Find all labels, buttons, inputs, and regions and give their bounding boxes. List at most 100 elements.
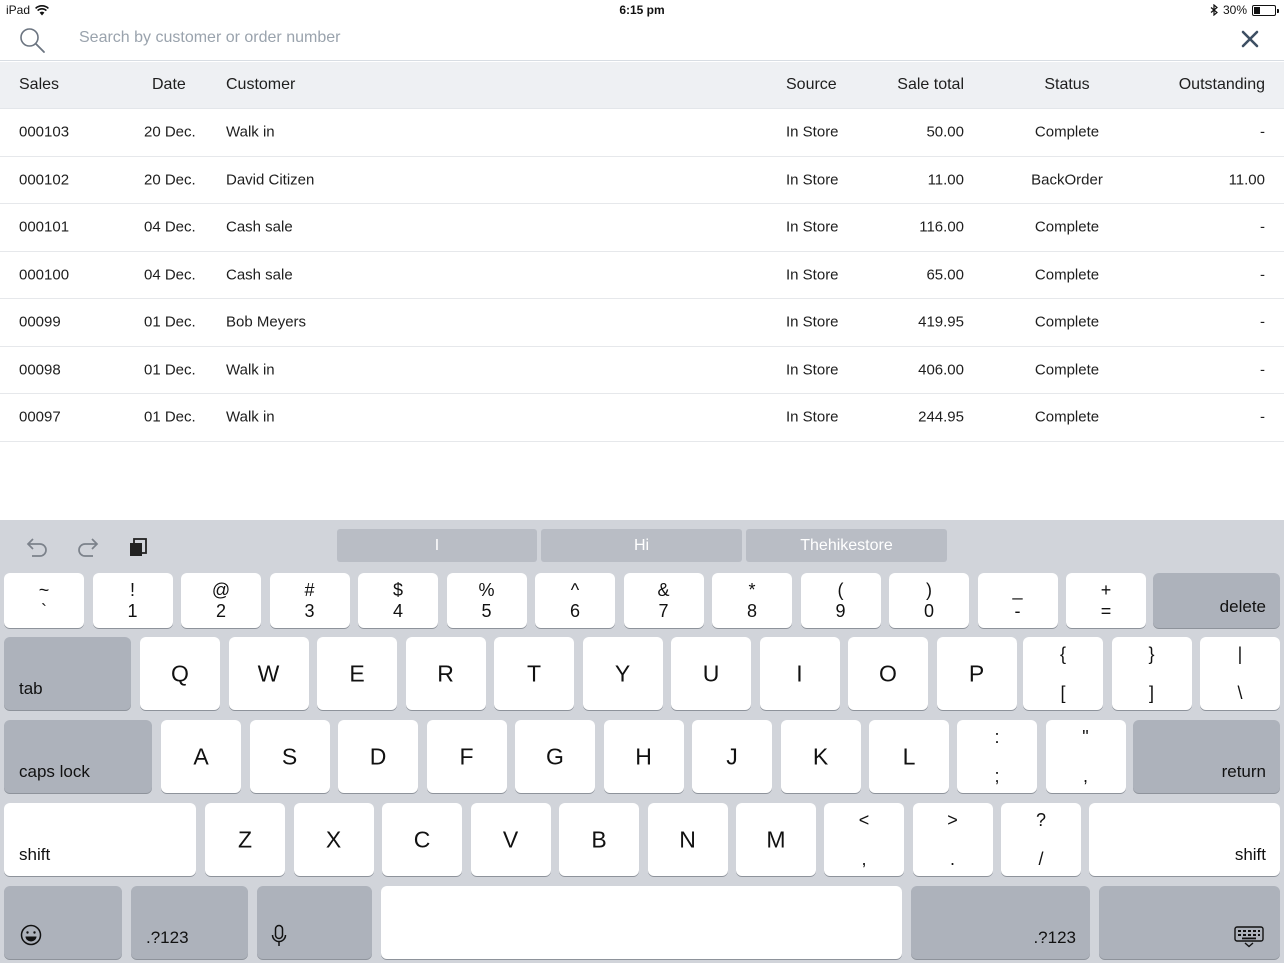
numbers-key-left[interactable]: .?123 [131, 886, 248, 959]
table-row[interactable]: 00097 01 Dec. Walk in In Store 244.95 Complet… [0, 394, 1284, 442]
key-number-12[interactable]: + = [1066, 573, 1146, 628]
key-i[interactable]: I [759, 637, 840, 710]
key-number-10-upper: ) [926, 580, 932, 600]
key-s[interactable]: S [249, 720, 330, 793]
suggestion-1[interactable]: I [337, 529, 537, 562]
key-number-11[interactable]: _ - [977, 573, 1058, 628]
return-key[interactable]: return [1133, 720, 1280, 793]
key-h[interactable]: H [603, 720, 684, 793]
table-row[interactable]: 000100 04 Dec. Cash sale In Store 65.00 Compl… [0, 252, 1284, 299]
battery-percent: 30% [1222, 3, 1247, 17]
key-n[interactable]: N [647, 803, 728, 876]
key-number-5[interactable]: % 5 [446, 573, 527, 628]
key-z-label: Z [237, 826, 253, 852]
key-o[interactable]: O [848, 637, 928, 710]
key-number-9[interactable]: (9 [800, 573, 881, 628]
table-row[interactable]: 00099 01 Dec. Bob Meyers In Store 419.95 Comp… [0, 299, 1284, 347]
key-g[interactable]: G [515, 720, 595, 793]
search-bar [0, 20, 1284, 61]
key-qsym-1[interactable]: }] [1111, 637, 1192, 710]
key-v[interactable]: V [470, 803, 551, 876]
key-qsym-0[interactable]: {[ [1023, 637, 1103, 710]
caps-lock-key[interactable]: caps lock [4, 720, 152, 793]
close-icon[interactable] [1238, 27, 1262, 51]
header-status[interactable]: Status [1044, 76, 1089, 94]
header-sale-total[interactable]: Sale total [897, 76, 964, 94]
key-t[interactable]: T [494, 637, 574, 710]
key-m[interactable]: M [736, 803, 816, 876]
table-row[interactable]: 000103 20 Dec. Walk in In Store 50.00 Complet… [0, 109, 1284, 157]
key-y[interactable]: Y [582, 637, 663, 710]
key-zsym-1[interactable]: >. [912, 803, 993, 876]
shift-right-key[interactable]: shift [1089, 803, 1280, 876]
header-customer[interactable]: Customer [226, 76, 295, 94]
key-asym-1[interactable]: ", [1045, 720, 1126, 793]
key-x[interactable]: X [293, 803, 374, 876]
suggestion-3[interactable]: Thehikestore [746, 529, 947, 562]
key-l[interactable]: L [869, 720, 949, 793]
key-number-1[interactable]: ! 1 [92, 573, 173, 628]
table-row[interactable]: 00098 01 Dec. Walk in In Store 406.00 Complet… [0, 347, 1284, 394]
header-sales[interactable]: Sales [19, 76, 59, 94]
key-d[interactable]: D [338, 720, 418, 793]
tab-key[interactable]: tab [4, 637, 131, 710]
emoji-key[interactable] [4, 886, 122, 959]
status-time: 6:15 pm [619, 3, 665, 17]
key-number-8[interactable]: * 8 [712, 573, 792, 628]
key-qsym-2-lower: \ [1237, 683, 1243, 703]
undo-icon[interactable] [24, 534, 50, 560]
key-k[interactable]: K [780, 720, 861, 793]
cell-customer: Walk in [226, 408, 275, 426]
key-number-7[interactable]: & 7 [623, 573, 704, 628]
space-key[interactable] [381, 886, 902, 959]
table-header: Sales Date Customer Source Sale total St… [0, 62, 1284, 109]
key-asym-0[interactable]: :; [957, 720, 1037, 793]
key-zsym-0[interactable]: <, [824, 803, 904, 876]
cell-date: 04 Dec. [144, 266, 196, 284]
key-r[interactable]: R [405, 637, 486, 710]
shift-left-key[interactable]: shift [4, 803, 196, 876]
key-qsym-0-lower: [ [1060, 683, 1066, 703]
key-f[interactable]: F [426, 720, 507, 793]
dictation-key[interactable] [257, 886, 372, 959]
shift-right-key-label: shift [1234, 845, 1266, 864]
cell-status: Complete [1034, 408, 1100, 426]
cell-outstanding: - [1260, 361, 1265, 379]
key-a[interactable]: A [161, 720, 241, 793]
cell-date: 01 Dec. [144, 361, 196, 379]
key-number-6[interactable]: ^ 6 [535, 573, 615, 628]
search-input[interactable] [79, 26, 1199, 50]
key-e[interactable]: E [317, 637, 397, 710]
paste-icon[interactable] [126, 534, 152, 560]
key-q[interactable]: Q [140, 637, 220, 710]
header-source[interactable]: Source [786, 76, 837, 94]
table-row[interactable]: 000101 04 Dec. Cash sale In Store 116.00 Comp… [0, 204, 1284, 252]
header-outstanding[interactable]: Outstanding [1179, 76, 1265, 94]
table-row[interactable]: 000102 20 Dec. David Citizen In Store 11.00 B… [0, 157, 1284, 204]
key-qsym-2[interactable]: | \ [1200, 637, 1280, 710]
cell-status: Complete [1034, 313, 1100, 331]
key-number-10[interactable]: ) 0 [889, 573, 969, 628]
key-zsym-2[interactable]: ? / [1001, 803, 1081, 876]
cell-status: BackOrder [1031, 171, 1103, 189]
key-p[interactable]: P [936, 637, 1017, 710]
numbers-key-right[interactable]: .?123 [911, 886, 1090, 959]
cell-customer: Cash sale [226, 218, 293, 236]
key-number-4[interactable]: $4 [358, 573, 438, 628]
key-number-0[interactable]: ~ ` [4, 573, 84, 628]
key-b[interactable]: B [559, 803, 639, 876]
key-j[interactable]: J [692, 720, 772, 793]
key-u[interactable]: U [671, 637, 751, 710]
delete-key[interactable]: delete [1153, 573, 1280, 628]
key-x-label: X [325, 826, 342, 852]
key-number-2[interactable]: @2 [181, 573, 261, 628]
key-v-label: V [502, 826, 519, 852]
key-w[interactable]: W [228, 637, 309, 710]
key-number-3[interactable]: #3 [269, 573, 350, 628]
redo-icon[interactable] [75, 534, 101, 560]
header-date[interactable]: Date [152, 76, 186, 94]
hide-keyboard-key[interactable] [1099, 886, 1280, 959]
key-z[interactable]: Z [205, 803, 285, 876]
suggestion-2[interactable]: Hi [541, 529, 742, 562]
key-c[interactable]: C [382, 803, 462, 876]
